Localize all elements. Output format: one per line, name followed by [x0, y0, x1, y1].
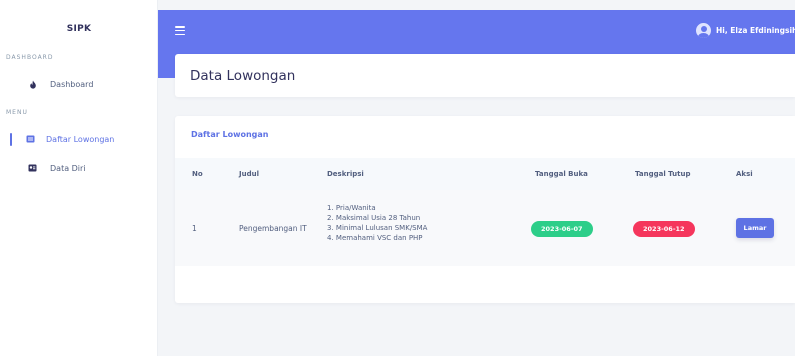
- sidebar-item-data-diri[interactable]: Data Diri: [0, 157, 158, 179]
- page-title-card: Data Lowongan: [175, 54, 795, 97]
- column-header-aksi: Aksi: [736, 170, 753, 178]
- cell-judul: Pengembangan IT: [239, 224, 307, 233]
- table-header: No Judul Deskripsi Tanggal Buka Tanggal …: [175, 158, 795, 190]
- avatar: [696, 23, 711, 38]
- tanggal-tutup-badge: 2023-06-12: [633, 221, 695, 237]
- brand-title[interactable]: SIPK: [0, 24, 158, 34]
- deskripsi-line: 4. Memahami VSC dan PHP: [327, 234, 423, 242]
- sidebar-section-dashboard: DASHBOARD: [6, 54, 54, 61]
- table-row: 1 Pengembangan IT 1. Pria/Wanita 2. Maks…: [175, 190, 795, 266]
- lowongan-card: Daftar Lowongan No Judul Deskripsi Tangg…: [175, 116, 795, 303]
- column-header-no: No: [192, 170, 203, 178]
- sidebar-section-menu: MENU: [6, 109, 28, 116]
- id-card-icon: [28, 164, 37, 173]
- user-greeting: Hi, Elza Efdiningsih: [716, 26, 795, 35]
- sidebar-item-label: Daftar Lowongan: [46, 134, 115, 144]
- cell-no: 1: [192, 224, 197, 233]
- sidebar: SIPK DASHBOARD Dashboard MENU Daftar Low…: [0, 0, 158, 356]
- cell-deskripsi: 1. Pria/Wanita 2. Maksimal Usia 28 Tahun…: [327, 203, 427, 243]
- list-icon: [26, 135, 35, 144]
- sidebar-item-label: Data Diri: [50, 163, 86, 173]
- tanggal-buka-badge: 2023-06-07: [531, 221, 593, 237]
- column-header-deskripsi: Deskripsi: [327, 170, 364, 178]
- deskripsi-line: 1. Pria/Wanita: [327, 204, 376, 212]
- sidebar-item-dashboard[interactable]: Dashboard: [0, 73, 158, 95]
- column-header-judul: Judul: [239, 170, 259, 178]
- deskripsi-line: 2. Maksimal Usia 28 Tahun: [327, 214, 421, 222]
- topbar: Hi, Elza Efdiningsih: [158, 10, 795, 54]
- active-indicator: [10, 133, 12, 146]
- user-menu[interactable]: Hi, Elza Efdiningsih: [696, 23, 795, 38]
- column-header-tanggal-tutup: Tanggal Tutup: [635, 170, 691, 178]
- lamar-button[interactable]: Lamar: [736, 218, 774, 238]
- sidebar-item-daftar-lowongan[interactable]: Daftar Lowongan: [0, 128, 158, 150]
- card-title: Daftar Lowongan: [191, 130, 269, 139]
- deskripsi-line: 3. Minimal Lulusan SMK/SMA: [327, 224, 428, 232]
- flame-icon: [28, 80, 37, 89]
- page-title: Data Lowongan: [190, 68, 296, 84]
- column-header-tanggal-buka: Tanggal Buka: [535, 170, 588, 178]
- menu-toggle-icon[interactable]: [175, 26, 185, 35]
- sidebar-item-label: Dashboard: [50, 79, 94, 89]
